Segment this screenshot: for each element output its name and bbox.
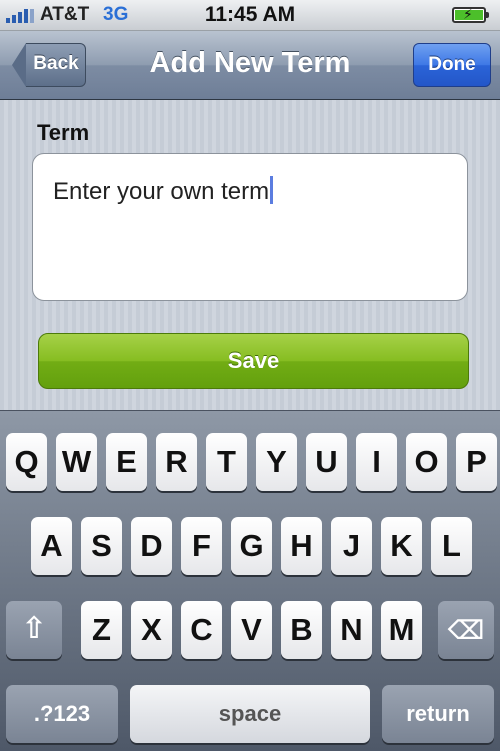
key-p[interactable]: P — [456, 433, 497, 491]
key-s[interactable]: S — [81, 517, 122, 575]
page-title: Add New Term — [149, 47, 351, 79]
battery-charging-icon: ⚡ — [452, 6, 489, 23]
text-cursor — [270, 176, 274, 204]
key-a[interactable]: A — [31, 517, 72, 575]
key-l[interactable]: L — [431, 517, 472, 575]
key-n[interactable]: N — [331, 601, 372, 659]
key-e[interactable]: E — [106, 433, 147, 491]
status-bar: AT&T 3G 11:45 AM ⚡ — [0, 0, 500, 31]
term-label: Term — [37, 120, 90, 145]
numbers-key[interactable]: .?123 — [6, 685, 118, 743]
backspace-icon[interactable]: ⌫ — [438, 601, 494, 659]
key-h[interactable]: H — [281, 517, 322, 575]
back-button-label: Back — [33, 53, 79, 74]
term-input[interactable]: Enter your own term — [32, 153, 468, 301]
key-o[interactable]: O — [406, 433, 447, 491]
term-input-value: Enter your own term — [53, 178, 270, 205]
back-arrow-shape — [12, 43, 26, 87]
key-u[interactable]: U — [306, 433, 347, 491]
key-k[interactable]: K — [381, 517, 422, 575]
return-key[interactable]: return — [382, 685, 494, 743]
key-f[interactable]: F — [181, 517, 222, 575]
network-type-label: 3G — [103, 4, 129, 25]
battery-nub — [486, 12, 489, 18]
key-t[interactable]: T — [206, 433, 247, 491]
key-w[interactable]: W — [56, 433, 97, 491]
key-x[interactable]: X — [131, 601, 172, 659]
key-v[interactable]: V — [231, 601, 272, 659]
key-d[interactable]: D — [131, 517, 172, 575]
space-key[interactable]: space — [130, 685, 370, 743]
key-j[interactable]: J — [331, 517, 372, 575]
key-c[interactable]: C — [181, 601, 222, 659]
term-input-text-wrapper: Enter your own term — [53, 176, 274, 206]
key-y[interactable]: Y — [256, 433, 297, 491]
key-q[interactable]: Q — [6, 433, 47, 491]
keyboard: ⇧ ⌫ .?123 space return QWERTYUIOP ASDFGHJ… — [0, 410, 500, 751]
carrier-label: AT&T — [40, 4, 90, 25]
back-button[interactable]: Back — [12, 43, 86, 87]
done-button[interactable]: Done — [413, 43, 491, 87]
charging-bolt-icon: ⚡ — [463, 6, 473, 22]
signal-bars-icon — [6, 9, 36, 23]
save-button[interactable]: Save — [38, 333, 469, 389]
key-z[interactable]: Z — [81, 601, 122, 659]
key-b[interactable]: B — [281, 601, 322, 659]
key-m[interactable]: M — [381, 601, 422, 659]
key-g[interactable]: G — [231, 517, 272, 575]
form-area: Term Enter your own term Save — [0, 100, 500, 410]
key-i[interactable]: I — [356, 433, 397, 491]
key-r[interactable]: R — [156, 433, 197, 491]
shift-arrow-icon[interactable]: ⇧ — [6, 601, 62, 659]
navigation-bar: Back Add New Term Done — [0, 31, 500, 100]
